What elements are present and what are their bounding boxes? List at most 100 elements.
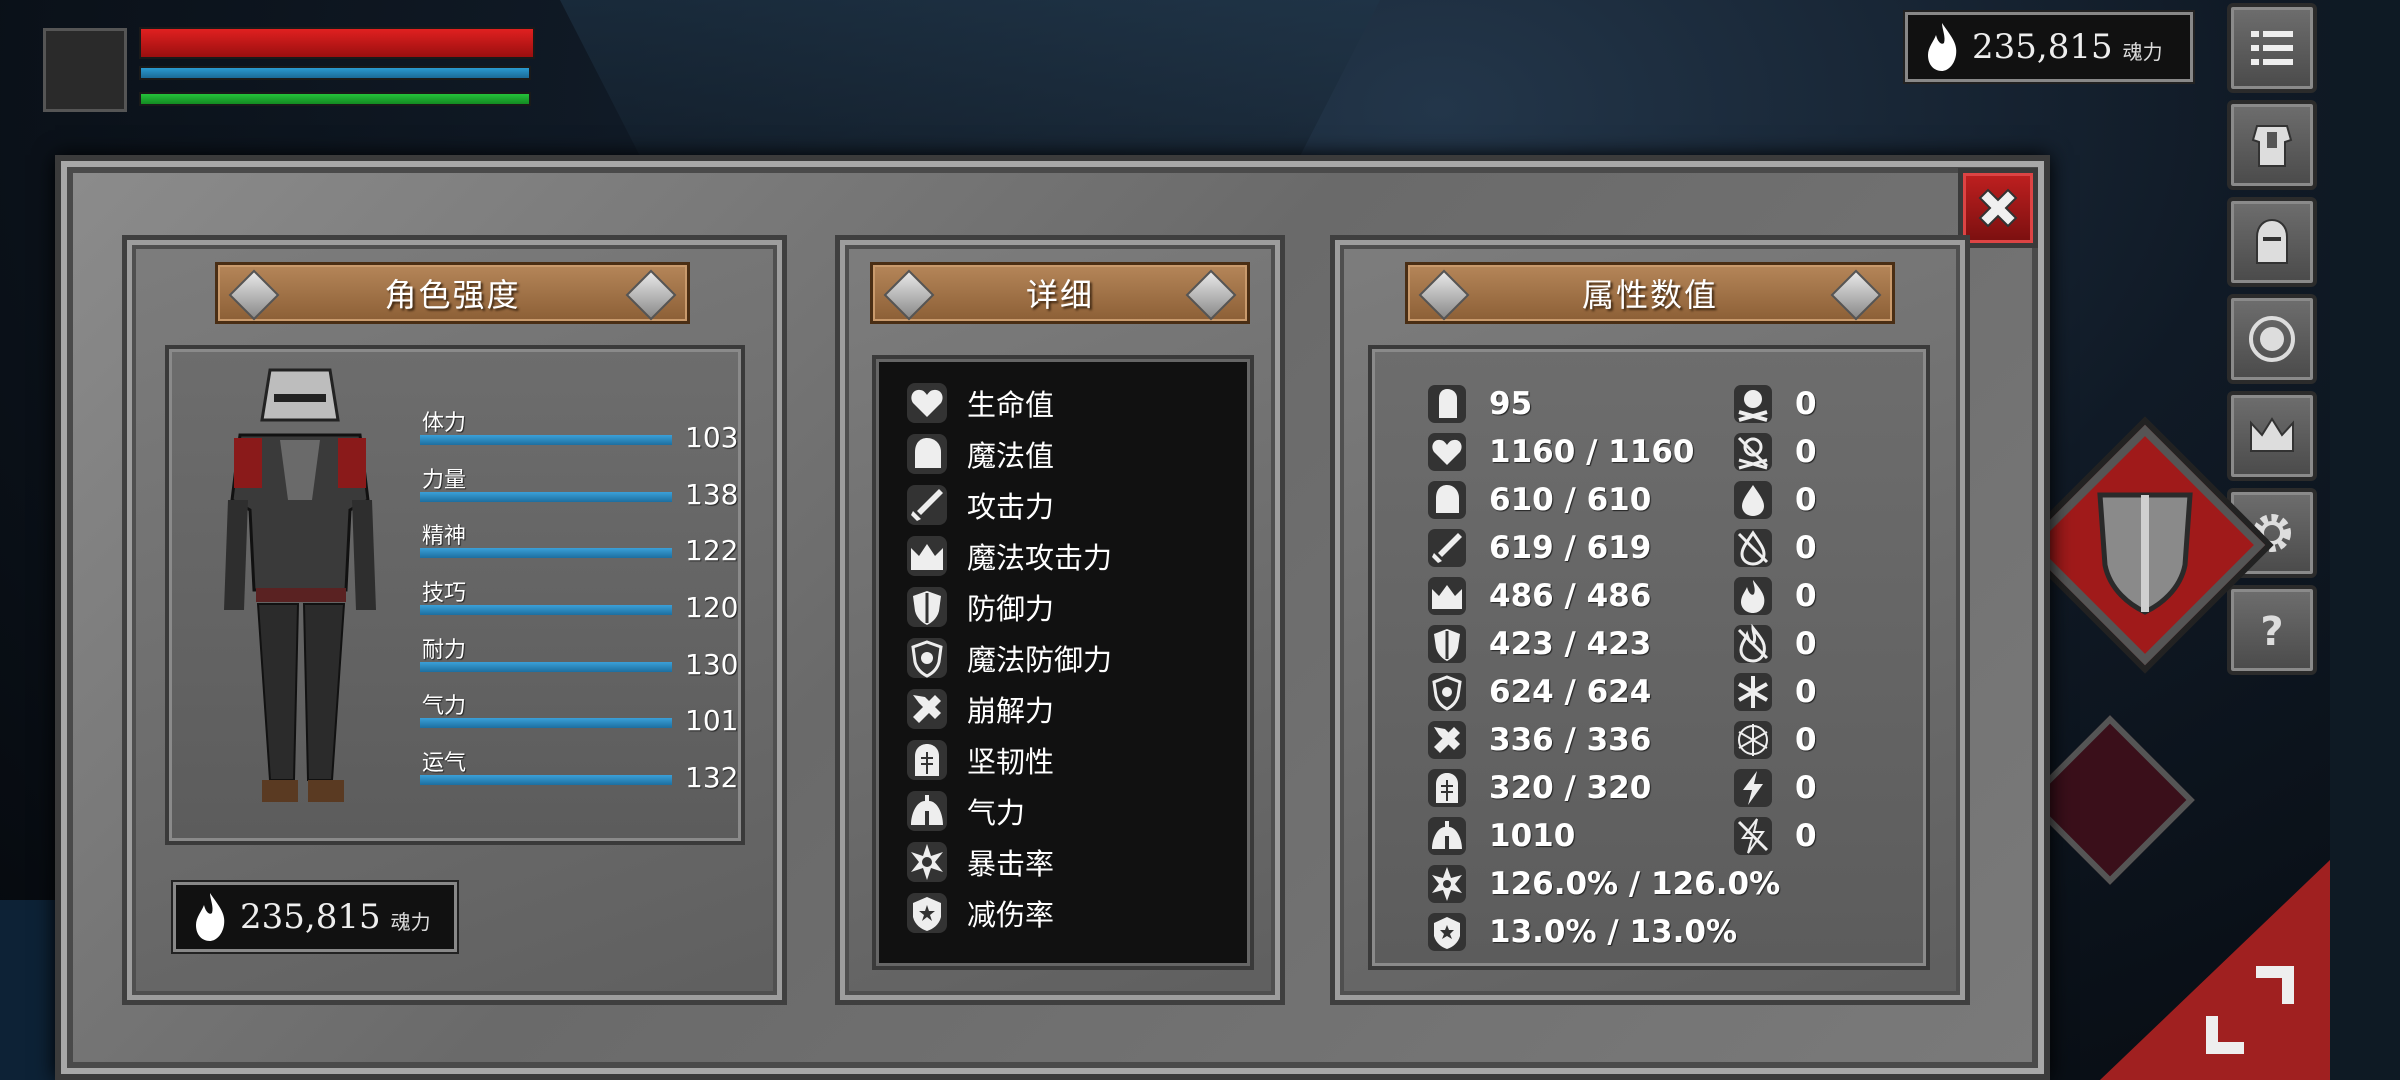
detail-item: 魔法值 bbox=[905, 431, 1054, 477]
stat-value: 130 bbox=[685, 648, 739, 681]
knight-figure bbox=[224, 368, 376, 802]
detail-header: 详细 bbox=[870, 262, 1250, 324]
menu-button[interactable] bbox=[2227, 3, 2317, 93]
attribute-row: 95 bbox=[1427, 382, 1532, 426]
critical-icon bbox=[1428, 865, 1466, 903]
attribute-row: 486 / 486 bbox=[1427, 574, 1651, 618]
stat-row: 耐力 130 bbox=[420, 632, 740, 688]
stat-label: 技巧 bbox=[422, 581, 467, 606]
attribute-row: 619 / 619 bbox=[1427, 526, 1651, 570]
detail-item: 气力 bbox=[905, 788, 1025, 834]
bleed-icon bbox=[1734, 481, 1772, 519]
heart-icon bbox=[1428, 433, 1466, 471]
flame-icon bbox=[196, 893, 225, 941]
attribute-value: 624 / 624 bbox=[1489, 674, 1652, 710]
emblem-icon bbox=[2249, 316, 2295, 362]
stat-label: 体力 bbox=[422, 411, 467, 436]
resist-value: 0 bbox=[1795, 626, 1817, 662]
head-icon bbox=[907, 434, 947, 474]
attribute-value: 13.0% / 13.0% bbox=[1489, 914, 1737, 950]
detail-label: 魔法值 bbox=[967, 439, 1055, 473]
equipment-button[interactable] bbox=[2227, 100, 2317, 190]
detail-label: 防御力 bbox=[967, 592, 1055, 626]
soul-counter: 235,815 魂力 bbox=[1903, 10, 2195, 84]
resist-value: 0 bbox=[1795, 818, 1817, 854]
nail-icon bbox=[883, 269, 935, 321]
stat-bar bbox=[420, 662, 672, 672]
close-button[interactable] bbox=[1958, 168, 2038, 248]
stat-value: 103 bbox=[685, 421, 739, 454]
resist-row: 0 bbox=[1733, 430, 1817, 474]
break-icon bbox=[1428, 721, 1466, 759]
stat-label: 精神 bbox=[422, 524, 467, 549]
magic-attack-icon bbox=[1428, 577, 1466, 615]
detail-item: 坚韧性 bbox=[905, 737, 1054, 783]
player-portrait bbox=[43, 28, 127, 112]
armor-icon bbox=[2251, 125, 2293, 167]
stat-row: 精神 122 bbox=[420, 518, 740, 574]
sword-icon bbox=[907, 485, 947, 525]
damage-reduction-icon bbox=[907, 893, 947, 933]
frost-icon bbox=[1734, 673, 1772, 711]
shield-icon bbox=[2097, 492, 2193, 615]
critical-icon bbox=[907, 842, 947, 882]
shield-icon bbox=[1428, 625, 1466, 663]
crown-button[interactable] bbox=[2227, 391, 2317, 481]
attribute-value: 1160 / 1160 bbox=[1489, 434, 1695, 470]
attribute-value: 126.0% / 126.0% bbox=[1489, 866, 1781, 902]
attribute-row: 1160 / 1160 bbox=[1427, 430, 1694, 474]
resist-row: 0 bbox=[1733, 478, 1817, 522]
help-button[interactable]: ? bbox=[2227, 585, 2317, 675]
stat-bar bbox=[420, 435, 672, 445]
menu-icon bbox=[2251, 31, 2293, 65]
resist-value: 0 bbox=[1795, 434, 1817, 470]
nail-icon bbox=[1830, 269, 1882, 321]
resist-row: 0 bbox=[1733, 526, 1817, 570]
resist-value: 0 bbox=[1795, 770, 1817, 806]
soul-unit: 魂力 bbox=[390, 909, 431, 934]
soul-amount: 235,815 bbox=[240, 897, 381, 937]
attribute-row: 624 / 624 bbox=[1427, 670, 1651, 714]
crown-icon bbox=[2250, 417, 2294, 452]
detail-item: 暴击率 bbox=[905, 839, 1054, 885]
heart-icon bbox=[907, 383, 947, 423]
emblem-button[interactable] bbox=[2227, 294, 2317, 384]
nail-icon bbox=[228, 269, 280, 321]
stat-row: 运气 132 bbox=[420, 745, 740, 801]
resist-value: 0 bbox=[1795, 674, 1817, 710]
stat-bar bbox=[420, 718, 672, 728]
head-icon bbox=[1428, 481, 1466, 519]
mana-bar bbox=[139, 66, 531, 80]
stat-row: 气力 101 bbox=[420, 688, 740, 744]
detail-item: 防御力 bbox=[905, 584, 1054, 630]
stat-row: 力量 138 bbox=[420, 462, 740, 518]
stat-row: 体力 103 bbox=[420, 405, 740, 461]
detail-label: 魔法防御力 bbox=[967, 643, 1113, 677]
weapon-slot[interactable] bbox=[2025, 715, 2195, 885]
stat-label: 耐力 bbox=[422, 638, 467, 663]
resist-value: 0 bbox=[1795, 482, 1817, 518]
detail-item: 魔法防御力 bbox=[905, 635, 1112, 681]
attribute-row: 423 / 423 bbox=[1427, 622, 1651, 666]
helmet-button[interactable] bbox=[2227, 197, 2317, 287]
detail-item: 崩解力 bbox=[905, 686, 1054, 732]
detail-label: 生命值 bbox=[967, 388, 1055, 422]
detail-label: 攻击力 bbox=[967, 490, 1055, 524]
flame-icon bbox=[1928, 23, 1957, 71]
stat-label: 力量 bbox=[422, 468, 467, 493]
resist-row: 0 bbox=[1733, 670, 1817, 714]
stat-value: 120 bbox=[685, 591, 739, 624]
resist-row: 0 bbox=[1733, 622, 1817, 666]
detail-label: 气力 bbox=[967, 796, 1026, 830]
lightning-icon bbox=[1734, 769, 1772, 807]
stat-value: 138 bbox=[685, 478, 739, 511]
attribute-row: 126.0% / 126.0% bbox=[1427, 862, 1780, 906]
detail-label: 减伤率 bbox=[967, 898, 1055, 932]
helmet-icon bbox=[907, 740, 947, 780]
background-rock bbox=[560, 0, 1380, 160]
expand-icon[interactable] bbox=[2200, 960, 2300, 1060]
panel-title: 属性数值 bbox=[1581, 276, 1718, 314]
attribute-row: 336 / 336 bbox=[1427, 718, 1651, 762]
stat-label: 气力 bbox=[422, 694, 467, 719]
armor-icon bbox=[1428, 385, 1466, 423]
